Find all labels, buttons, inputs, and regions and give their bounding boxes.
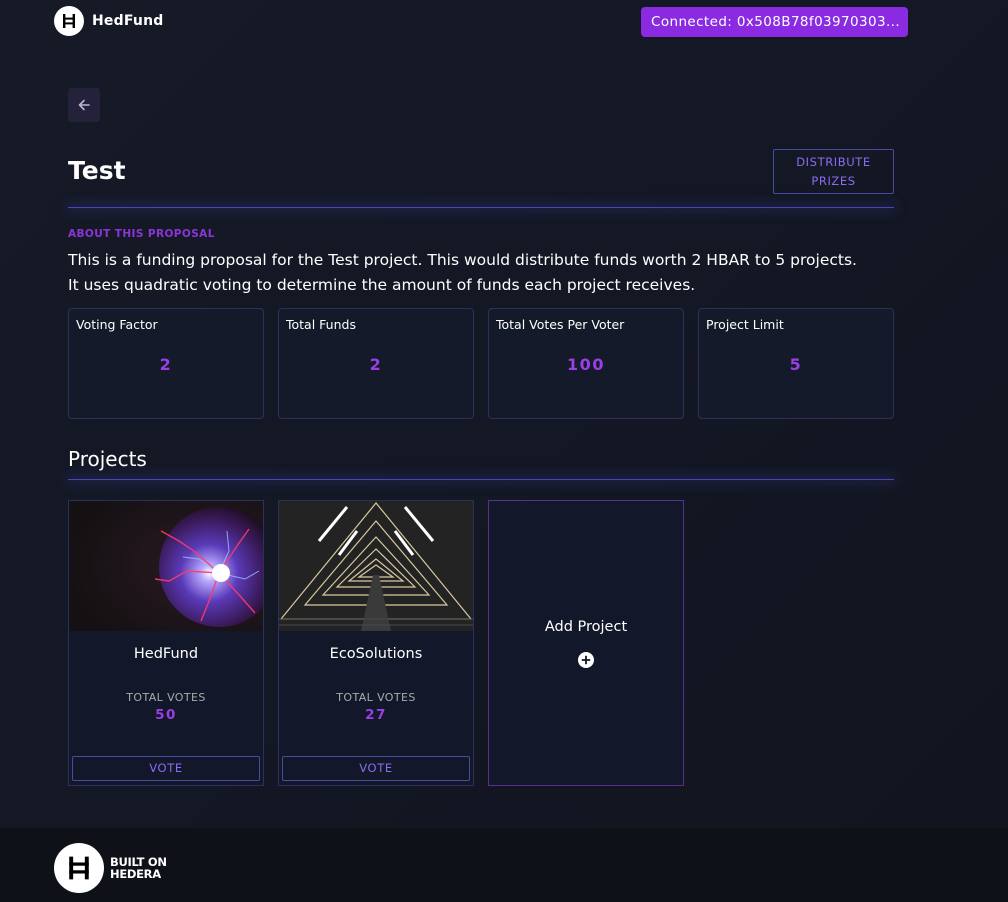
back-arrow-icon [78, 99, 90, 111]
hedera-logo-icon [54, 843, 104, 893]
project-card-ecosolutions[interactable]: EcoSolutions TOTAL VOTES 27 VOTE [278, 500, 474, 786]
project-name: HedFund [133, 646, 199, 662]
total-votes-label: TOTAL VOTES [336, 691, 416, 704]
title-divider [68, 207, 894, 208]
vote-button[interactable]: VOTE [72, 756, 260, 781]
stat-value: 5 [789, 355, 803, 374]
stat-label: Project Limit [706, 317, 784, 332]
plus-circle-icon[interactable] [578, 652, 594, 668]
stat-card-project-limit: Project Limit 5 [698, 308, 894, 419]
project-image-tunnel [279, 501, 473, 631]
built-on-hedera-logo[interactable]: BUILT ON HEDERA [54, 843, 167, 893]
distribute-label-line2: PRIZES [811, 174, 856, 188]
about-label: ABOUT THIS PROPOSAL [68, 228, 215, 240]
wallet-connected-button[interactable]: Connected: 0x508B78f03970303... [641, 7, 908, 37]
about-line-2: It uses quadratic voting to determine th… [68, 275, 696, 294]
stat-label: Total Funds [286, 317, 356, 332]
projects-divider [68, 479, 894, 480]
footer-line-2: HEDERA [110, 867, 161, 881]
total-votes-value: 27 [365, 707, 387, 723]
app-name: HedFund [92, 13, 164, 29]
stat-card-total-votes-per-voter: Total Votes Per Voter 100 [488, 308, 684, 419]
stat-label: Total Votes Per Voter [496, 317, 625, 332]
distribute-prizes-button[interactable]: DISTRIBUTE PRIZES [773, 149, 894, 194]
project-card-hedfund[interactable]: HedFund TOTAL VOTES 50 VOTE [68, 500, 264, 786]
back-button[interactable] [68, 88, 100, 122]
stat-value: 2 [159, 355, 173, 374]
projects-heading: Projects [68, 447, 147, 471]
total-votes-label: TOTAL VOTES [126, 691, 206, 704]
stat-label: Voting Factor [76, 317, 158, 332]
hedera-logo-icon [54, 6, 84, 36]
add-project-label: Add Project [544, 619, 628, 635]
add-project-card[interactable]: Add Project [488, 500, 684, 786]
proposal-title: Test [68, 156, 126, 185]
stat-value: 2 [369, 355, 383, 374]
built-on-hedera-text: BUILT ON HEDERA [110, 856, 167, 880]
project-image-plasma-ball [69, 501, 263, 631]
stat-value: 100 [567, 355, 605, 374]
header-logo[interactable]: HedFund [54, 6, 163, 36]
about-text: This is a funding proposal for the Test … [68, 248, 908, 297]
total-votes-value: 50 [155, 707, 177, 723]
vote-button[interactable]: VOTE [282, 756, 470, 781]
stat-card-total-funds: Total Funds 2 [278, 308, 474, 419]
project-name: EcoSolutions [329, 646, 423, 662]
stat-card-voting-factor: Voting Factor 2 [68, 308, 264, 419]
distribute-label-line1: DISTRIBUTE [796, 155, 871, 169]
about-line-1: This is a funding proposal for the Test … [68, 251, 857, 269]
